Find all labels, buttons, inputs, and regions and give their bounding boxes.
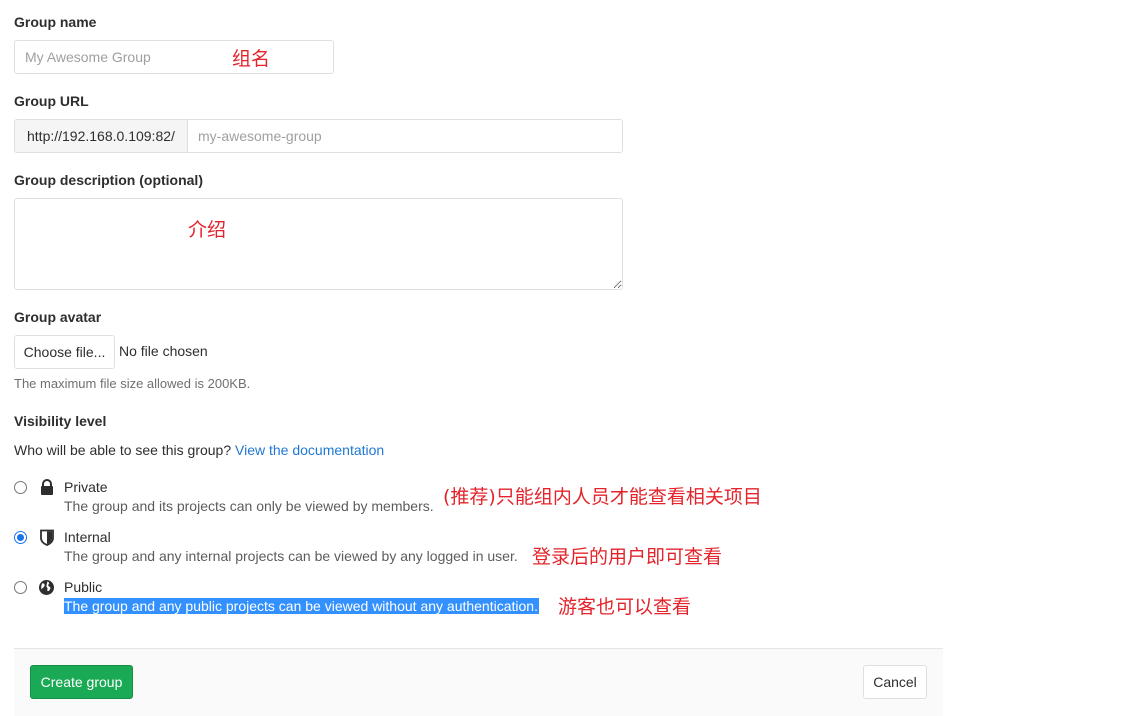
group-name-input[interactable] bbox=[14, 40, 334, 74]
visibility-question: Who will be able to see this group? View… bbox=[14, 442, 384, 458]
group-url-label: Group URL bbox=[14, 93, 89, 109]
visibility-level-label: Visibility level bbox=[14, 413, 107, 429]
group-url-prefix: http://192.168.0.109:82/ bbox=[14, 119, 188, 153]
create-group-button[interactable]: Create group bbox=[30, 665, 133, 699]
visibility-question-text: Who will be able to see this group? bbox=[14, 442, 232, 458]
file-status-text: No file chosen bbox=[119, 343, 208, 359]
group-description-annotation: 介绍 bbox=[188, 219, 227, 241]
group-name-annotation: 组名 bbox=[232, 48, 271, 70]
view-documentation-link[interactable]: View the documentation bbox=[235, 442, 384, 458]
visibility-public-description: The group and any public projects can be… bbox=[64, 598, 539, 614]
group-name-label: Group name bbox=[14, 14, 97, 30]
visibility-private-radio[interactable] bbox=[14, 481, 27, 494]
visibility-public-title: Public bbox=[64, 579, 103, 595]
visibility-private-description: The group and its projects can only be v… bbox=[64, 498, 434, 514]
visibility-private-title: Private bbox=[64, 479, 108, 495]
visibility-internal-annotation: 登录后的用户即可查看 bbox=[532, 546, 723, 568]
visibility-internal-radio[interactable] bbox=[14, 531, 27, 544]
visibility-public-radio[interactable] bbox=[14, 581, 27, 594]
shield-icon bbox=[39, 529, 55, 546]
choose-file-button[interactable]: Choose file... bbox=[14, 335, 115, 369]
group-description-textarea[interactable] bbox=[14, 198, 623, 290]
visibility-private-annotation: (推荐)只能组内人员才能查看相关项目 bbox=[443, 486, 762, 508]
cancel-button[interactable]: Cancel bbox=[863, 665, 927, 699]
visibility-internal-description: The group and any internal projects can … bbox=[64, 548, 518, 564]
lock-icon bbox=[39, 479, 55, 496]
globe-icon bbox=[38, 579, 55, 596]
visibility-internal-title: Internal bbox=[64, 529, 111, 545]
group-path-input[interactable] bbox=[187, 119, 623, 153]
group-description-label: Group description (optional) bbox=[14, 172, 203, 188]
visibility-public-annotation: 游客也可以查看 bbox=[558, 596, 692, 618]
form-actions-bar bbox=[14, 648, 943, 716]
avatar-size-help: The maximum file size allowed is 200KB. bbox=[14, 376, 251, 391]
group-avatar-label: Group avatar bbox=[14, 309, 102, 325]
